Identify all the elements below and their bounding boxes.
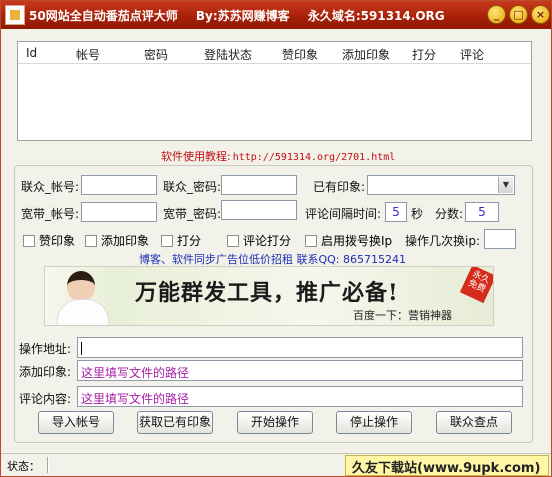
checkbox-box[interactable]: [227, 234, 239, 247]
close-button[interactable]: ×: [531, 5, 550, 24]
col-score[interactable]: 打分: [412, 46, 436, 63]
tutorial-label: 软件使用教程:: [161, 150, 231, 163]
like-impression-checkbox[interactable]: 赞印象: [23, 232, 75, 249]
score-label: 分数:: [435, 207, 464, 221]
text-caret: [81, 342, 82, 355]
switch-ip-label: 操作几次换ip:: [405, 234, 480, 248]
score-checkbox-label: 打分: [177, 234, 202, 248]
get-impressions-button[interactable]: 获取已有印象: [137, 411, 213, 434]
col-account[interactable]: 帐号: [76, 46, 100, 63]
add-impression-checkbox[interactable]: 添加印象: [85, 232, 149, 249]
switch-ip-input[interactable]: [484, 229, 516, 249]
banner-subtext: 百度一下：营销神器: [353, 309, 452, 322]
title-app-name: 50网站全自动番茄点评大师: [29, 9, 178, 23]
account-list[interactable]: Id 帐号 密码 登陆状态 赞印象 添加印象 打分 评论: [17, 41, 532, 141]
window-title: 50网站全自动番茄点评大师 By:苏苏网赚博客 永久域名:591314.ORG: [29, 7, 459, 24]
maximize-button[interactable]: □: [509, 5, 528, 24]
site-watermark: 久友下载站(www.9upk.com): [345, 455, 549, 476]
person-body: [57, 299, 109, 325]
col-like-impression[interactable]: 赞印象: [282, 46, 318, 63]
comment-score-label: 评论打分: [243, 234, 292, 248]
lianzhong-password-label: 联众_密码:: [163, 180, 222, 194]
operation-address-input[interactable]: [77, 337, 523, 358]
broadband-account-label: 宽带_帐号:: [21, 207, 80, 221]
comment-interval-input[interactable]: 5: [385, 202, 407, 222]
col-login-status[interactable]: 登陆状态: [204, 46, 252, 63]
checkbox-box[interactable]: [85, 234, 97, 247]
status-label: 状态：: [7, 460, 40, 473]
col-add-impression[interactable]: 添加印象: [342, 46, 390, 63]
status-bar: 状态： 久友下载站(www.9upk.com): [1, 453, 551, 476]
like-impression-label: 赞印象: [39, 234, 76, 248]
lianzhong-account-label: 联众_帐号:: [21, 180, 80, 194]
title-domain: 永久域名:591314.ORG: [307, 9, 445, 23]
chevron-down-icon[interactable]: ▼: [498, 177, 513, 193]
broadband-password-label: 宽带_密码:: [163, 207, 222, 221]
lianzhong-password-input[interactable]: [221, 175, 297, 195]
col-password[interactable]: 密码: [144, 46, 168, 63]
status-divider: [47, 457, 49, 473]
comment-content-path-label: 评论内容:: [19, 392, 72, 406]
score-input[interactable]: 5: [465, 202, 499, 222]
operation-address-label: 操作地址:: [19, 342, 72, 356]
title-author: By:苏苏网赚博客: [195, 9, 290, 23]
checkbox-box[interactable]: [305, 234, 317, 247]
broadband-password-input[interactable]: [221, 200, 297, 220]
banner-headline: 万能群发工具，推广必备!: [135, 280, 399, 306]
seconds-label: 秒: [411, 207, 424, 221]
app-icon: [5, 5, 25, 25]
add-impression-path-input[interactable]: 这里填写文件的路径: [77, 360, 523, 381]
broadband-account-input[interactable]: [81, 202, 157, 222]
col-comment[interactable]: 评论: [460, 46, 484, 63]
comment-interval-label: 评论间隔时间:: [305, 207, 382, 221]
existing-impression-select[interactable]: ▼: [367, 175, 515, 195]
start-button[interactable]: 开始操作: [237, 411, 313, 434]
enable-dialup-label: 启用拨号换Ip: [321, 234, 393, 248]
tutorial-link[interactable]: http://591314.org/2701.html: [233, 152, 396, 163]
import-accounts-button[interactable]: 导入帐号: [38, 411, 114, 434]
main-window: 50网站全自动番茄点评大师 By:苏苏网赚博客 永久域名:591314.ORG …: [0, 0, 552, 477]
ad-rental-text: 博客、软件同步广告位低价招租 联系QQ: 865715241: [139, 253, 407, 266]
banner-person-image: [53, 271, 113, 325]
ad-banner[interactable]: 万能群发工具，推广必备! 百度一下：营销神器 永久免费: [44, 266, 494, 326]
add-impression-label: 添加印象: [101, 234, 150, 248]
person-head: [67, 271, 95, 301]
checkbox-box[interactable]: [23, 234, 35, 247]
add-impression-path-label: 添加印象:: [19, 365, 72, 379]
banner-free-badge: 永久免费: [459, 267, 493, 304]
checkbox-box[interactable]: [161, 234, 173, 247]
comment-content-path-input[interactable]: 这里填写文件的路径: [77, 386, 523, 407]
minimize-button[interactable]: _: [487, 5, 506, 24]
lianzhong-account-input[interactable]: [81, 175, 157, 195]
list-header: Id 帐号 密码 登陆状态 赞印象 添加印象 打分 评论: [18, 42, 531, 64]
stop-button[interactable]: 停止操作: [336, 411, 412, 434]
tutorial-line: 软件使用教程: http://591314.org/2701.html: [161, 148, 395, 164]
score-checkbox[interactable]: 打分: [161, 232, 201, 249]
lianzhong-check-button[interactable]: 联众查点: [436, 411, 512, 434]
title-bar[interactable]: 50网站全自动番茄点评大师 By:苏苏网赚博客 永久域名:591314.ORG …: [1, 1, 551, 29]
col-id[interactable]: Id: [26, 46, 37, 60]
comment-score-checkbox[interactable]: 评论打分: [227, 232, 291, 249]
enable-dialup-checkbox[interactable]: 启用拨号换Ip: [305, 232, 392, 249]
existing-impression-label: 已有印象:: [313, 180, 366, 194]
